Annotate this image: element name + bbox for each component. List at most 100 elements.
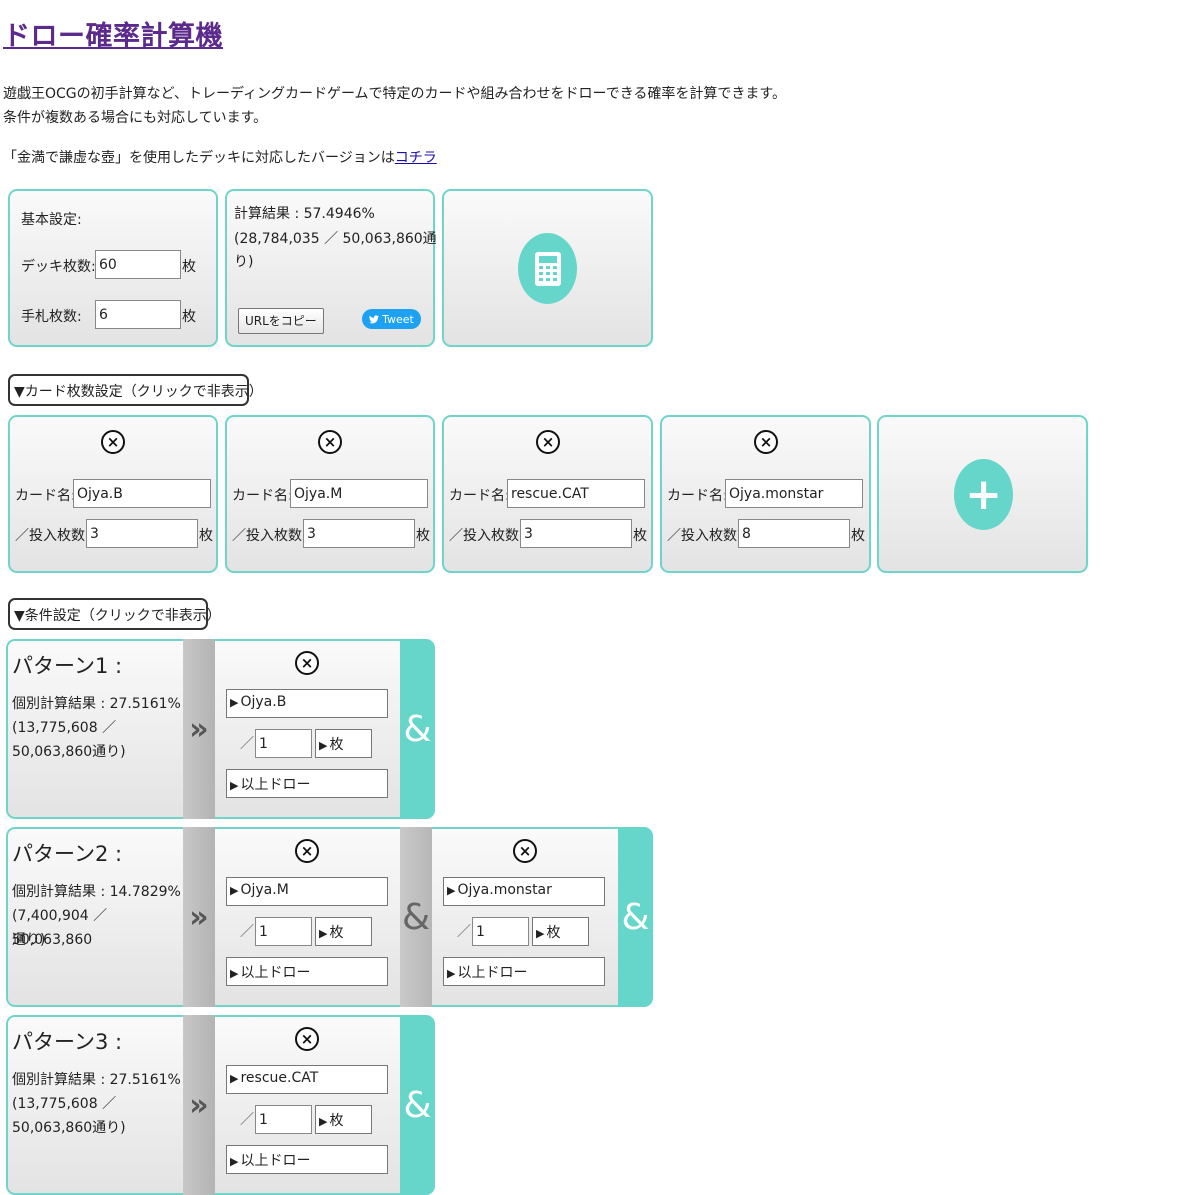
deck-size-label: デッキ枚数: [21,259,96,275]
mode-select[interactable]: ▶ 以上ドロー [226,957,388,986]
result-combinations-end: り) [234,254,254,270]
slash-label: ／ [240,1112,254,1128]
close-icon[interactable]: × [295,839,319,863]
pattern-result-1: 個別計算結果 : 27.5161% [12,696,181,712]
add-condition-button[interactable]: & [400,1015,435,1195]
dropdown-triangle-icon: ▶ [447,967,456,980]
card-name-label: カード名: [232,488,293,504]
pattern-1-condition-1: × ▶Ojya.B ／ ▶枚 ▶以上ドロー [215,639,400,819]
description-line-1: 遊戯王OCGの初手計算など、トレーディングカードゲームで特定のカードや組み合わせ… [3,86,787,102]
card-panel-1: × カード名: ／投入枚数: 枚 [8,415,218,573]
page-title[interactable]: ドロー確率計算機 [3,14,223,53]
card-name-label: カード名: [667,488,728,504]
pattern-title: パターン1 : [12,654,123,678]
dropdown-triangle-icon: ▶ [319,739,328,752]
slash-label: ／ [457,924,471,940]
hand-size-label: 手札枚数: [21,309,82,325]
close-icon[interactable]: × [536,430,560,454]
card-select[interactable]: ▶ rescue.CAT [226,1065,388,1094]
card-count-unit: 枚 [633,528,647,544]
quantity-input[interactable] [255,1105,312,1134]
quantity-input[interactable] [472,917,529,946]
card-count-input[interactable] [86,519,198,548]
card-count-input[interactable] [738,519,850,548]
alt-version-note: 「金満で謙虚な壺」を使用したデッキに対応したバージョンはコチラ [3,147,437,167]
mode-select-value: 以上ドロー [457,965,528,981]
unit-select-value: 枚 [329,925,344,941]
dropdown-triangle-icon: ▶ [230,779,239,792]
card-name-input[interactable] [73,479,211,508]
basic-settings-heading: 基本設定: [21,212,82,228]
condition-settings-toggle[interactable]: ▼条件設定（クリックで非表示） [8,598,221,630]
unit-select-value: 枚 [546,925,561,941]
dropdown-triangle-icon: ▶ [319,927,328,940]
card-select-value: Ojya.M [240,882,289,898]
twitter-bird-icon [369,314,380,323]
card-settings-toggle[interactable]: ▼カード枚数設定（クリックで非表示） [8,374,263,406]
pattern-1-summary: パターン1 : 個別計算結果 : 27.5161% (13,775,608 ／ … [6,639,183,819]
pattern-result-2: (13,775,608 ／ [12,720,117,736]
close-icon[interactable]: × [101,430,125,454]
mode-select[interactable]: ▶ 以上ドロー [443,957,605,986]
close-icon[interactable]: × [513,839,537,863]
card-name-label: カード名: [449,488,510,504]
card-panel-3: × カード名: ／投入枚数: 枚 [442,415,653,573]
card-count-label: ／投入枚数: [232,528,307,544]
card-name-input[interactable] [725,479,863,508]
mode-select-value: 以上ドロー [240,777,311,793]
close-icon[interactable]: × [318,430,342,454]
close-icon[interactable]: × [295,1027,319,1051]
chevron-right-icon: » [183,639,215,819]
calculate-button[interactable] [442,189,653,347]
card-count-label: ／投入枚数: [667,528,742,544]
unit-select[interactable]: ▶ 枚 [315,729,372,758]
quantity-input[interactable] [255,729,312,758]
pattern-result-1: 個別計算結果 : 14.7829% [12,884,181,900]
dropdown-triangle-icon: ▶ [536,927,545,940]
card-name-input[interactable] [290,479,428,508]
pattern-result-3: 通り) [12,932,46,948]
close-icon[interactable]: × [754,430,778,454]
close-icon[interactable]: × [295,651,319,675]
card-count-label: ／投入枚数: [449,528,524,544]
unit-select[interactable]: ▶ 枚 [315,1105,372,1134]
card-select[interactable]: ▶ Ojya.monstar [443,877,605,906]
result-percentage: 計算結果 : 57.4946% [234,206,375,222]
card-count-input[interactable] [520,519,632,548]
add-card-button[interactable]: + [877,415,1088,573]
card-count-unit: 枚 [199,528,213,544]
pattern-result-3: 50,063,860通り) [12,744,126,760]
deck-size-input[interactable] [95,250,181,279]
mode-select[interactable]: ▶ 以上ドロー [226,1145,388,1174]
card-select[interactable]: ▶ Ojya.M [226,877,388,906]
dropdown-triangle-icon: ▶ [230,884,239,897]
pattern-title: パターン3 : [12,1030,123,1054]
description-line-2: 条件が複数ある場合にも対応しています。 [3,110,268,126]
card-name-input[interactable] [507,479,645,508]
result-panel: 計算結果 : 57.4946% (28,784,035 ／ 50,063,860… [225,189,437,347]
card-panel-2: × カード名: ／投入枚数: 枚 [225,415,435,573]
card-select-value: Ojya.monstar [457,882,552,898]
pattern-2-condition-1: × ▶Ojya.M ／ ▶枚 ▶以上ドロー [215,827,400,1007]
card-count-input[interactable] [303,519,415,548]
tweet-label: Tweet [382,312,414,326]
pattern-result-2: (13,775,608 ／ [12,1096,117,1112]
unit-select[interactable]: ▶ 枚 [315,917,372,946]
dropdown-triangle-icon: ▶ [230,1072,239,1085]
unit-select[interactable]: ▶ 枚 [532,917,589,946]
card-name-label: カード名: [15,488,76,504]
mode-select[interactable]: ▶ 以上ドロー [226,769,388,798]
card-select[interactable]: ▶ Ojya.B [226,689,388,718]
add-condition-button[interactable]: & [400,639,435,819]
hand-size-input[interactable] [95,300,181,329]
pattern-3-summary: パターン3 : 個別計算結果 : 27.5161% (13,775,608 ／ … [6,1015,183,1195]
add-condition-button[interactable]: & [618,827,653,1007]
dropdown-triangle-icon: ▶ [230,1155,239,1168]
copy-url-button[interactable]: URLをコピー [238,308,324,334]
slash-label: ／ [240,924,254,940]
tweet-button[interactable]: Tweet [362,309,421,329]
card-select-value: Ojya.B [240,694,287,710]
quantity-input[interactable] [255,917,312,946]
alt-version-link[interactable]: コチラ [395,150,437,166]
mode-select-value: 以上ドロー [240,965,311,981]
